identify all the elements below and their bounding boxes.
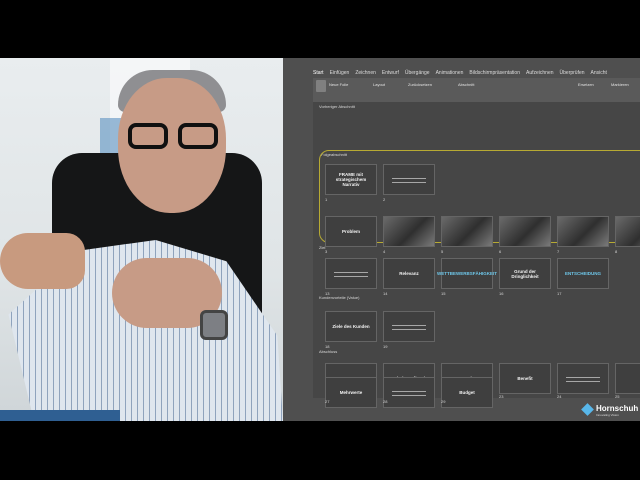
desk-edge (0, 410, 120, 421)
slide-thumbnail[interactable]: Mehrwerte (325, 377, 377, 408)
slide-number: 5 (441, 249, 444, 254)
slide-number: 19 (383, 344, 388, 349)
slide-number: 24 (557, 394, 562, 399)
logo-subtitle: Innovating Vision (596, 413, 619, 417)
hornschuh-logo: Hornschuh Innovating Vision (581, 402, 640, 418)
slide-thumbnail[interactable] (557, 363, 609, 394)
slide-number: 1 (325, 197, 328, 202)
ribbon-label-reset[interactable]: Zurücksetzen (408, 82, 432, 87)
glasses (128, 123, 220, 151)
slide-number: 18 (325, 344, 330, 349)
slide-number: 2 (383, 197, 386, 202)
slide-thumbnail[interactable]: Ziele des Kunden (325, 311, 377, 342)
ribbon-toolbar: Neue Folie Layout Zurücksetzen Abschnitt… (313, 78, 640, 102)
ribbon-label-replace[interactable]: Ersetzen (578, 82, 594, 87)
slide-thumbnail[interactable] (615, 216, 640, 247)
ribbon-label-section[interactable]: Abschnitt (458, 82, 474, 87)
slide-number: 4 (383, 249, 386, 254)
left-hand (0, 233, 85, 289)
slide-thumbnail[interactable] (383, 311, 435, 342)
slide-thumbnail[interactable] (383, 377, 435, 408)
slide-thumbnail[interactable] (383, 216, 435, 247)
slide-thumbnail[interactable]: Relevanz (383, 258, 435, 289)
slide-thumbnail[interactable]: Problem (325, 216, 377, 247)
slide-number: 16 (499, 291, 504, 296)
slide-thumbnail[interactable] (499, 216, 551, 247)
slide-thumbnail[interactable] (557, 216, 609, 247)
section-title: Vorheriger Abschnitt (319, 104, 355, 109)
slide-number: 28 (383, 399, 388, 404)
ribbon-label-layout[interactable]: Layout (373, 82, 385, 87)
slide-number: 23 (499, 394, 504, 399)
ribbon-label-select[interactable]: Markieren (611, 82, 629, 87)
logo-name: Hornschuh (596, 404, 639, 413)
slide-number: 29 (441, 399, 446, 404)
slide-number: 3 (325, 249, 328, 254)
presentation-window: Start Einfügen Zeichnen Entwurf Übergäng… (283, 58, 640, 421)
speaker-camera-view (0, 58, 283, 421)
new-slide-icon[interactable] (316, 80, 326, 92)
slide-thumbnail[interactable] (383, 164, 435, 195)
slide-thumbnail[interactable]: ENTSCHEIDUNG (557, 258, 609, 289)
slide-number: 8 (615, 249, 618, 254)
slide-thumbnail[interactable] (615, 363, 640, 394)
ribbon-label-new-slide[interactable]: Neue Folie (329, 82, 348, 87)
logo-mark-icon (581, 403, 594, 416)
slide-number: 7 (557, 249, 560, 254)
slide-thumbnail[interactable]: FRAME mit strategischem Narrativ (325, 164, 377, 195)
slide-number: 15 (441, 291, 446, 296)
slide-thumbnail[interactable]: Benefit (499, 363, 551, 394)
slide-number: 13 (325, 291, 330, 296)
slide-number: 14 (383, 291, 388, 296)
slide-thumbnail[interactable]: WETTBEWERBSFÄHIGKEIT (437, 258, 497, 289)
slide-number: 25 (615, 394, 620, 399)
slide-thumbnail[interactable] (441, 216, 493, 247)
slide-number: 17 (557, 291, 562, 296)
video-frame: Start Einfügen Zeichnen Entwurf Übergäng… (0, 58, 640, 421)
slide-sorter: Vorheriger Abschnitt Folgeabschnitt Ziel… (313, 102, 640, 408)
slide-thumbnail[interactable]: Grund der Dringlichkeit (499, 258, 551, 289)
slide-thumbnail[interactable]: Budget (441, 377, 493, 408)
section-title: Abschluss (319, 349, 338, 354)
slide-number: 27 (325, 399, 330, 404)
wristwatch (200, 310, 228, 340)
slide-thumbnail[interactable] (325, 258, 377, 289)
slide-number: 6 (499, 249, 502, 254)
